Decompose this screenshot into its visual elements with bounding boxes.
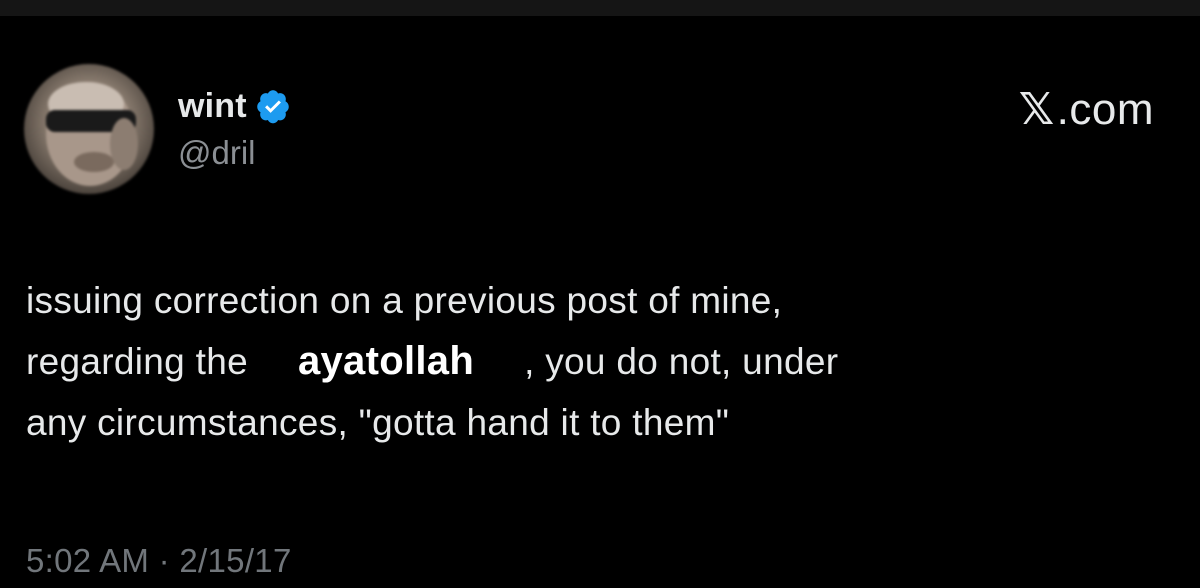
- top-edge-strip: [0, 0, 1200, 16]
- blurred-face-avatar-icon: [46, 82, 138, 186]
- post-line-2-end: , you do not, under: [524, 341, 839, 382]
- verified-badge-icon[interactable]: [255, 88, 291, 124]
- overlay-word: ayatollah: [297, 339, 475, 383]
- post-line-1: issuing correction on a previous post of…: [26, 280, 783, 321]
- tweet-card: wint @dril 𝕏 .com issuing correction on …: [0, 16, 1200, 588]
- author-block: wint @dril: [178, 84, 291, 172]
- brand-domain: .com: [1056, 84, 1154, 134]
- post-text: issuing correction on a previous post of…: [26, 270, 1166, 453]
- x-logo-icon: 𝕏: [1018, 84, 1055, 135]
- brand-watermark: 𝕏 .com: [1019, 84, 1154, 135]
- handle[interactable]: @dril: [178, 134, 291, 172]
- post-line-2: regarding the ayatollah , you do not, unde…: [26, 331, 1166, 392]
- post-timestamp[interactable]: 5:02 AM · 2/15/17: [26, 542, 292, 580]
- display-name-row: wint: [178, 84, 291, 128]
- avatar[interactable]: [24, 64, 154, 194]
- post-line-3: any circumstances, "gotta hand it to the…: [26, 402, 730, 443]
- display-name[interactable]: wint: [178, 87, 247, 126]
- post-line-2-start: regarding the: [26, 341, 248, 382]
